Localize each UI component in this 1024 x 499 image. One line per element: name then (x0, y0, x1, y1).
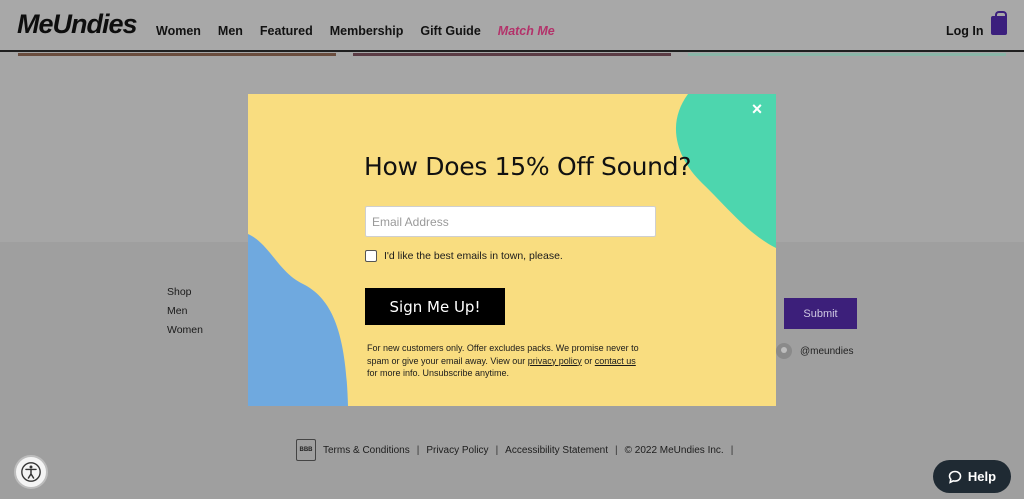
nav-men[interactable]: Men (218, 24, 243, 38)
product-image-strip (688, 53, 1006, 56)
footer-link-women[interactable]: Women (167, 321, 203, 340)
fine-print: For new customers only. Offer excludes p… (367, 342, 642, 380)
footer-link-men[interactable]: Men (167, 302, 203, 321)
sign-me-up-button[interactable]: Sign Me Up! (365, 288, 505, 325)
bbb-logo[interactable]: BBB (296, 439, 316, 461)
nav-membership[interactable]: Membership (330, 24, 404, 38)
footer-links: Shop Men Women (167, 283, 203, 340)
opt-in-checkbox-row[interactable]: I'd like the best emails in town, please… (365, 250, 563, 262)
social-handle: @meundies (800, 345, 854, 357)
close-icon[interactable]: × (750, 100, 764, 118)
product-image-strip (18, 53, 336, 56)
nav-match-me[interactable]: Match Me (498, 24, 555, 38)
divider: | (495, 444, 499, 456)
contact-us-link[interactable]: contact us (595, 356, 636, 366)
divider: | (416, 444, 420, 456)
social-instagram[interactable]: @meundies (776, 343, 854, 359)
help-label: Help (967, 469, 997, 484)
privacy-link[interactable]: Privacy Policy (426, 445, 488, 456)
logo[interactable]: MeUndies (17, 9, 138, 40)
main-nav: Women Men Featured Membership Gift Guide… (156, 24, 555, 38)
fine-print-text: or (581, 355, 595, 366)
terms-link[interactable]: Terms & Conditions (323, 445, 410, 456)
login-link[interactable]: Log In (946, 24, 984, 38)
accessibility-icon[interactable] (14, 455, 48, 489)
nav-featured[interactable]: Featured (260, 24, 313, 38)
discount-popup: × How Does 15% Off Sound? I'd like the b… (248, 94, 776, 406)
instagram-icon (776, 343, 792, 359)
opt-in-checkbox[interactable] (365, 250, 377, 262)
opt-in-label: I'd like the best emails in town, please… (384, 250, 563, 262)
fine-print-text: for more info. Unsubscribe anytime. (367, 368, 510, 379)
legal-bar: BBB Terms & Conditions | Privacy Policy … (296, 439, 733, 461)
popup-title: How Does 15% Off Sound? (364, 152, 692, 181)
help-button[interactable]: Help (933, 460, 1011, 493)
privacy-policy-link[interactable]: privacy policy (528, 356, 582, 366)
product-image-strip (353, 53, 671, 56)
email-field[interactable] (365, 206, 656, 237)
copyright: © 2022 MeUndies Inc. (624, 444, 724, 456)
divider: | (730, 444, 734, 456)
accessibility-person-icon (21, 462, 41, 482)
site-header: MeUndies Women Men Featured Membership G… (0, 0, 1024, 52)
newsletter-submit-button[interactable]: Submit (784, 298, 857, 329)
chat-bubble-icon (948, 470, 962, 484)
shopping-bag-icon[interactable] (991, 11, 1007, 35)
accessibility-link[interactable]: Accessibility Statement (505, 445, 608, 456)
footer-link-shop[interactable]: Shop (167, 283, 203, 302)
divider: | (615, 444, 618, 456)
nav-gift-guide[interactable]: Gift Guide (420, 24, 480, 38)
nav-women[interactable]: Women (156, 24, 201, 38)
